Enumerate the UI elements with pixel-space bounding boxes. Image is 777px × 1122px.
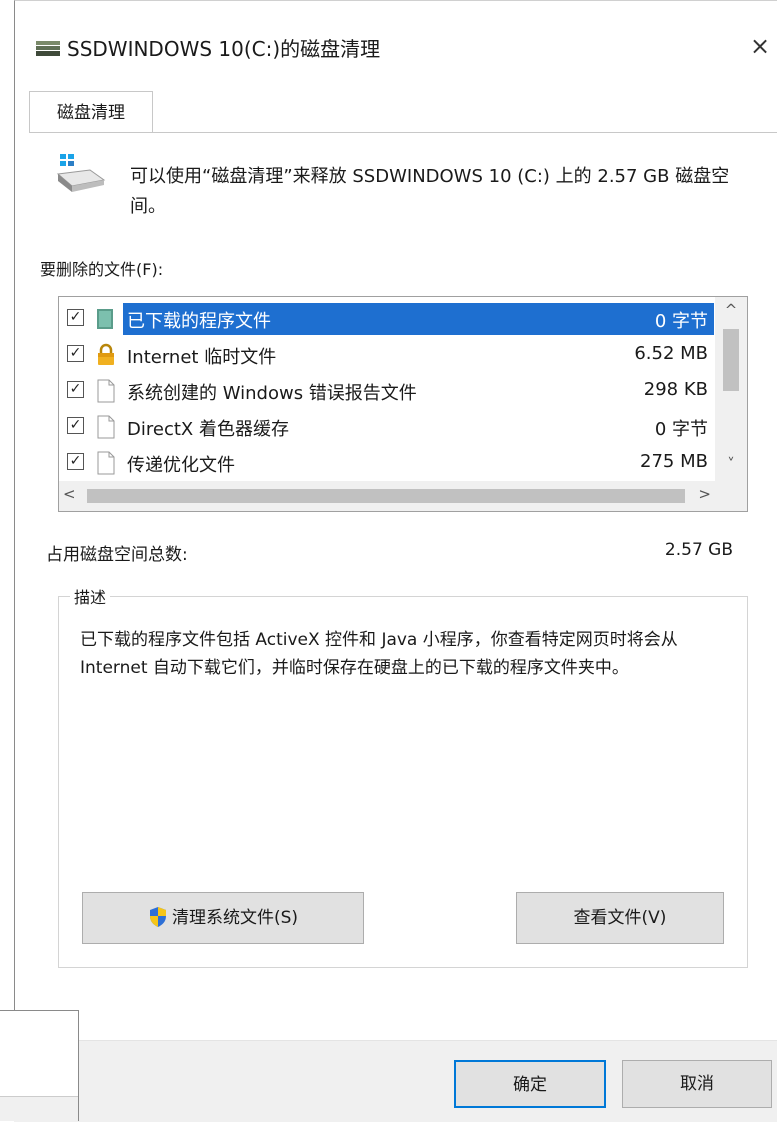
total-space-value: 2.57 GB [664,540,733,560]
file-size: 0 字节 [654,311,708,332]
list-item[interactable]: ✓ Internet 临时文件 6.52 MB [59,337,714,373]
file-name: 传递优化文件 [127,455,235,476]
checkbox[interactable]: ✓ [67,453,84,470]
description-legend: 描述 [70,584,111,608]
view-files-button[interactable]: 查看文件(V) [516,892,724,944]
checkbox[interactable]: ✓ [67,309,84,326]
list-item[interactable]: ✓ 系统创建的 Windows 错误报告文件 298 KB [59,373,714,409]
checkbox[interactable]: ✓ [67,417,84,434]
list-item[interactable]: ✓ 传递优化文件 275 MB [59,445,714,481]
horizontal-scroll-thumb[interactable] [87,489,685,503]
background-window-footer [0,1097,78,1121]
program-files-icon [97,309,113,329]
file-size: 0 字节 [654,419,708,440]
scroll-right-icon[interactable]: > [691,485,711,507]
drive-icon [56,154,106,192]
cleanup-system-files-button[interactable]: 清理系统文件(S) [82,892,364,944]
window-title: SSDWINDOWS 10(C:)的磁盘清理 [67,37,381,61]
file-name: DirectX 着色器缓存 [127,419,289,440]
info-text: 可以使用“磁盘清理”来释放 SSDWINDOWS 10 (C:) 上的 2.57… [130,166,730,217]
list-item[interactable]: ✓ 已下载的程序文件 0 字节 [59,301,714,337]
file-size: 6.52 MB [634,343,708,364]
title-bar[interactable]: SSDWINDOWS 10(C:)的磁盘清理 × [15,1,777,91]
file-size: 275 MB [640,451,708,472]
document-icon [97,379,115,403]
cancel-button[interactable]: 取消 [622,1060,772,1108]
document-icon [97,415,115,439]
file-name: Internet 临时文件 [127,347,277,368]
document-icon [97,451,115,475]
tab-strip: 磁盘清理 [29,91,777,133]
file-size: 298 KB [643,379,708,400]
ok-button[interactable]: 确定 [454,1060,606,1108]
file-name: 系统创建的 Windows 错误报告文件 [127,383,417,404]
close-icon[interactable]: × [743,29,777,63]
lock-icon [98,343,114,365]
checkbox[interactable]: ✓ [67,381,84,398]
list-item[interactable]: ✓ DirectX 着色器缓存 0 字节 [59,409,714,445]
file-list[interactable]: ✓ 已下载的程序文件 0 字节 ✓ Internet 临时文件 6.52 MB … [58,296,748,512]
vertical-scrollbar[interactable]: ^ ˅ [715,297,747,481]
tab-disk-cleanup[interactable]: 磁盘清理 [29,91,153,133]
scrollbar-corner [715,481,747,511]
disk-cleanup-app-icon [36,41,60,56]
horizontal-scrollbar[interactable]: < > [59,481,715,511]
scroll-down-icon[interactable]: ˅ [715,455,747,479]
cleanup-system-files-label: 清理系统文件(S) [171,908,299,928]
checkbox[interactable]: ✓ [67,345,84,362]
file-name: 已下载的程序文件 [127,311,271,332]
vertical-scroll-thumb[interactable] [723,329,739,391]
description-text: 已下载的程序文件包括 ActiveX 控件和 Java 小程序，你查看特定网页时… [80,630,678,678]
scroll-left-icon[interactable]: < [63,485,83,507]
total-space-label: 占用磁盘空间总数: [46,545,188,565]
scroll-up-icon[interactable]: ^ [715,301,747,325]
uac-shield-icon [149,907,166,927]
files-to-delete-label: 要删除的文件(F): [40,260,164,279]
